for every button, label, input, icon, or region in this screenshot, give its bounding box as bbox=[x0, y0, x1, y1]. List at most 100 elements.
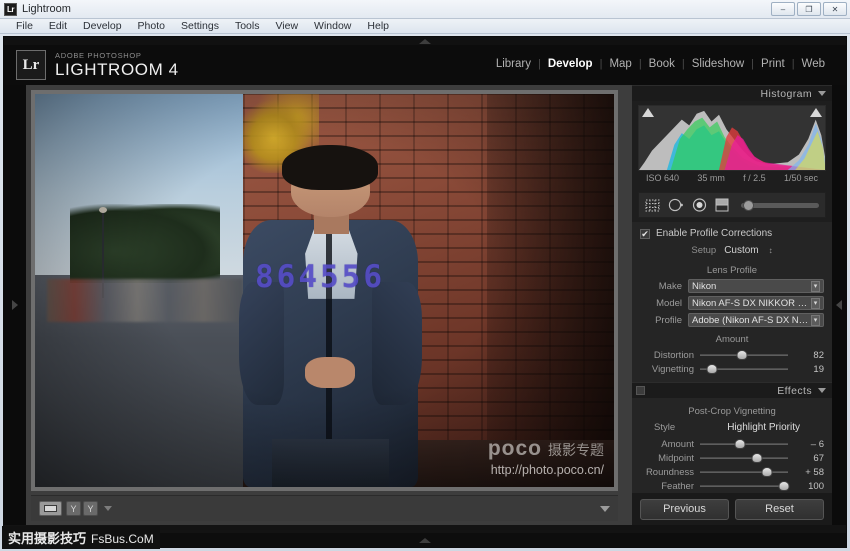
vignette-roundness-label: Roundness bbox=[645, 466, 694, 478]
histogram-panel-header[interactable]: Histogram bbox=[632, 85, 832, 101]
enable-profile-corrections-row[interactable]: ✔ Enable Profile Corrections bbox=[640, 226, 824, 243]
menu-item-view[interactable]: View bbox=[267, 19, 306, 33]
lens-model-row[interactable]: Model Nikon AF-S DX NIKKOR 35mm... ▾ bbox=[640, 296, 824, 310]
red-eye-icon[interactable] bbox=[692, 198, 707, 212]
vignette-style-row[interactable]: Style Highlight Priority bbox=[640, 420, 824, 437]
right-panel: Histogram ISO 640 35 mm f / 2.5 1/50 sec… bbox=[632, 85, 846, 525]
dropdown-arrow-icon[interactable]: ▾ bbox=[811, 280, 820, 292]
vignette-style-value[interactable]: Highlight Priority bbox=[727, 422, 800, 433]
lens-profile-dropdown[interactable]: Adobe (Nikon AF-S DX NIKKO... ▾ bbox=[688, 313, 824, 327]
before-after-y-icon-b[interactable]: Y bbox=[83, 501, 98, 516]
vignette-midpoint-track[interactable] bbox=[700, 452, 788, 463]
toolbar-options-chevron-icon[interactable] bbox=[600, 505, 610, 512]
lens-model-label: Model bbox=[656, 297, 682, 309]
distortion-slider-row[interactable]: Distortion 82 bbox=[640, 348, 824, 362]
photo-watermark-number: 864556 bbox=[255, 259, 385, 296]
close-button[interactable]: ✕ bbox=[823, 2, 847, 16]
vignette-amount-knob[interactable] bbox=[734, 438, 746, 449]
module-slideshow[interactable]: Slideshow bbox=[685, 56, 751, 72]
watermark-cn-text: 实用摄影技巧 bbox=[8, 532, 87, 547]
vignette-amount-track[interactable] bbox=[700, 438, 788, 449]
distortion-track[interactable] bbox=[700, 349, 788, 360]
highlight-clipping-indicator-icon[interactable] bbox=[810, 108, 822, 117]
vignetting-slider-row[interactable]: Vignetting 19 bbox=[640, 362, 824, 376]
loupe-view-icon[interactable] bbox=[39, 501, 62, 516]
module-print[interactable]: Print bbox=[754, 56, 792, 72]
before-after-y-icon-a[interactable]: Y bbox=[66, 501, 81, 516]
right-panel-toggle[interactable] bbox=[832, 85, 846, 525]
menu-item-settings[interactable]: Settings bbox=[173, 19, 227, 33]
vignette-style-label: Style bbox=[654, 422, 676, 433]
module-map[interactable]: Map bbox=[602, 56, 638, 72]
lens-model-dropdown[interactable]: Nikon AF-S DX NIKKOR 35mm... ▾ bbox=[688, 296, 824, 310]
vignette-amount-row[interactable]: Amount – 6 bbox=[640, 437, 824, 451]
menu-item-tools[interactable]: Tools bbox=[227, 19, 268, 33]
menu-item-help[interactable]: Help bbox=[359, 19, 397, 33]
menu-bar: File Edit Develop Photo Settings Tools V… bbox=[0, 19, 850, 34]
distortion-knob[interactable] bbox=[736, 349, 748, 360]
vignette-midpoint-row[interactable]: Midpoint 67 bbox=[640, 451, 824, 465]
photo-preview[interactable]: 864556 poco 摄影专题 http://photo.poco.cn/ bbox=[35, 94, 614, 487]
brush-slider-knob[interactable] bbox=[743, 199, 754, 211]
stepper-arrows-icon[interactable]: ↕ bbox=[769, 246, 773, 255]
scene-trees bbox=[69, 204, 221, 283]
lens-make-row[interactable]: Make Nikon ▾ bbox=[640, 279, 824, 293]
histogram-svg bbox=[639, 110, 825, 170]
subject-hair bbox=[282, 145, 379, 190]
chevron-down-icon[interactable] bbox=[818, 388, 826, 393]
crop-overlay-icon[interactable] bbox=[645, 199, 660, 212]
adjustment-brush-slider[interactable] bbox=[741, 199, 819, 211]
chevron-down-icon[interactable] bbox=[104, 506, 112, 511]
vignetting-track[interactable] bbox=[700, 363, 788, 374]
vignette-roundness-knob[interactable] bbox=[761, 466, 773, 477]
scene-cars bbox=[46, 278, 244, 322]
vignette-roundness-row[interactable]: Roundness + 58 bbox=[640, 465, 824, 479]
dropdown-arrow-icon[interactable]: ▾ bbox=[811, 297, 820, 309]
lens-profile-row[interactable]: Profile Adobe (Nikon AF-S DX NIKKO... ▾ bbox=[640, 313, 824, 327]
lens-corrections-panel: ✔ Enable Profile Corrections Setup Custo… bbox=[632, 222, 832, 382]
application-window: Lr Lightroom – ❐ ✕ File Edit Develop Pho… bbox=[0, 0, 850, 551]
setup-value[interactable]: Custom bbox=[724, 245, 758, 256]
left-panel-toggle[interactable] bbox=[4, 85, 26, 525]
module-library[interactable]: Library bbox=[489, 56, 538, 72]
exif-metadata-row: ISO 640 35 mm f / 2.5 1/50 sec bbox=[638, 171, 826, 187]
effects-panel-switch[interactable] bbox=[636, 386, 645, 395]
vignette-amount-value: – 6 bbox=[810, 438, 824, 450]
setup-row[interactable]: Setup Custom ↕ bbox=[640, 243, 824, 261]
menu-item-window[interactable]: Window bbox=[306, 19, 359, 33]
histogram-graph[interactable] bbox=[638, 105, 826, 171]
minimize-button[interactable]: – bbox=[771, 2, 795, 16]
spot-removal-icon[interactable] bbox=[668, 198, 684, 212]
vignetting-knob[interactable] bbox=[706, 363, 718, 374]
chevron-left-icon bbox=[836, 300, 842, 310]
previous-button[interactable]: Previous bbox=[640, 498, 729, 520]
vignette-roundness-track[interactable] bbox=[700, 466, 788, 477]
vignette-midpoint-label: Midpoint bbox=[658, 452, 694, 464]
menu-item-file[interactable]: File bbox=[8, 19, 41, 33]
menu-item-develop[interactable]: Develop bbox=[75, 19, 130, 33]
effects-panel-header[interactable]: Effects bbox=[632, 382, 832, 398]
vignette-feather-track[interactable] bbox=[700, 480, 790, 491]
distortion-value: 82 bbox=[813, 349, 824, 361]
menu-item-edit[interactable]: Edit bbox=[41, 19, 75, 33]
shadow-clipping-indicator-icon[interactable] bbox=[642, 108, 654, 117]
dropdown-arrow-icon[interactable]: ▾ bbox=[811, 314, 820, 326]
maximize-button[interactable]: ❐ bbox=[797, 2, 821, 16]
lens-profile-value: Adobe (Nikon AF-S DX NIKKO... bbox=[692, 314, 809, 326]
enable-profile-corrections-label: Enable Profile Corrections bbox=[656, 228, 773, 239]
reset-button[interactable]: Reset bbox=[735, 498, 824, 520]
module-book[interactable]: Book bbox=[642, 56, 682, 72]
vignette-midpoint-knob[interactable] bbox=[751, 452, 763, 463]
module-web[interactable]: Web bbox=[795, 56, 832, 72]
identity-plate-bar: Lr ADOBE PHOTOSHOP LIGHTROOM 4 Library |… bbox=[4, 45, 846, 85]
module-develop[interactable]: Develop bbox=[541, 56, 600, 72]
graduated-filter-icon[interactable] bbox=[715, 198, 729, 212]
enable-profile-corrections-checkbox[interactable]: ✔ bbox=[640, 228, 650, 239]
lens-make-dropdown[interactable]: Nikon ▾ bbox=[688, 279, 824, 293]
menu-item-photo[interactable]: Photo bbox=[130, 19, 173, 33]
develop-tool-strip bbox=[638, 192, 826, 218]
top-panel-toggle[interactable] bbox=[4, 37, 846, 45]
chevron-down-icon[interactable] bbox=[818, 91, 826, 96]
vignette-feather-row[interactable]: Feather 100 bbox=[640, 479, 824, 493]
vignette-feather-knob[interactable] bbox=[778, 480, 790, 491]
